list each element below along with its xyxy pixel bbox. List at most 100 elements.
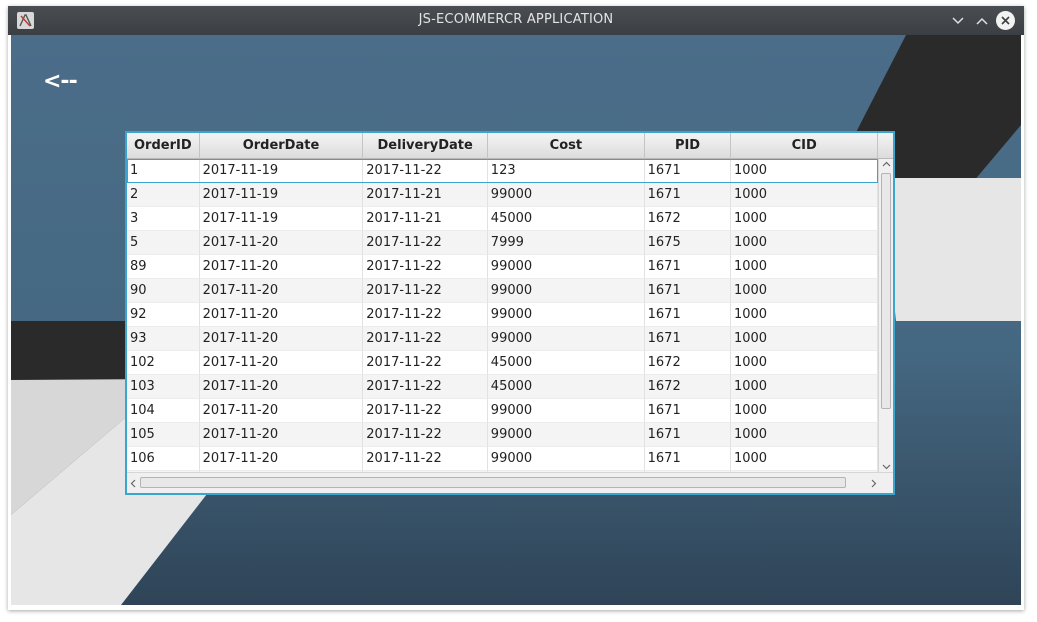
header-filler xyxy=(878,133,893,159)
table-row[interactable]: 105 2017-11-20 2017-11-22 99000 1671 1000 xyxy=(127,423,878,447)
cell-orderdate: 2017-11-19 xyxy=(199,183,364,207)
vertical-scrollbar[interactable] xyxy=(878,159,893,472)
table-row[interactable]: 90 2017-11-20 2017-11-22 99000 1671 1000 xyxy=(127,279,878,303)
cell-cid: 1000 xyxy=(730,447,878,471)
cell-cost: 99000 xyxy=(487,447,645,471)
window-title: JS-ECOMMERCR APPLICATION xyxy=(418,12,614,27)
column-header-deliverydate[interactable]: DeliveryDate xyxy=(363,133,488,159)
app-window: JS-ECOMMERCR APPLICATION <-- OrderID Ord… xyxy=(8,6,1024,610)
cell-orderid: 5 xyxy=(127,231,200,255)
main-content: <-- OrderID OrderDate DeliveryDate Cost … xyxy=(11,35,1021,605)
table-row[interactable]: 106 2017-11-20 2017-11-22 99000 1671 1000 xyxy=(127,447,878,471)
cell-orderdate: 2017-11-20 xyxy=(199,423,364,447)
cell-orderdate: 2017-11-20 xyxy=(199,399,364,423)
table-row[interactable]: 104 2017-11-20 2017-11-22 99000 1671 1000 xyxy=(127,399,878,423)
cell-cid: 1000 xyxy=(730,183,878,207)
cell-cost: 99000 xyxy=(487,303,645,327)
cell-deliverydate: 2017-11-22 xyxy=(363,279,488,303)
cell-deliverydate: 2017-11-22 xyxy=(363,255,488,279)
cell-orderid: 2 xyxy=(127,183,200,207)
cell-orderid: 104 xyxy=(127,399,200,423)
table-row[interactable]: 102 2017-11-20 2017-11-22 45000 1672 1000 xyxy=(127,351,878,375)
scroll-left-arrow-icon[interactable] xyxy=(129,478,138,491)
close-icon xyxy=(1001,16,1010,25)
column-header-orderid[interactable]: OrderID xyxy=(127,133,200,159)
orders-table: OrderID OrderDate DeliveryDate Cost PID … xyxy=(125,131,895,495)
table-row[interactable]: 89 2017-11-20 2017-11-22 99000 1671 1000 xyxy=(127,255,878,279)
cell-deliverydate: 2017-11-22 xyxy=(363,399,488,423)
cell-deliverydate: 2017-11-22 xyxy=(363,351,488,375)
column-header-orderdate[interactable]: OrderDate xyxy=(200,133,364,159)
table-row[interactable]: 103 2017-11-20 2017-11-22 45000 1672 1000 xyxy=(127,375,878,399)
table-row[interactable]: 5 2017-11-20 2017-11-22 7999 1675 1000 xyxy=(127,231,878,255)
cell-pid: 1675 xyxy=(644,231,731,255)
cell-orderdate: 2017-11-20 xyxy=(199,231,364,255)
cell-cid: 1000 xyxy=(730,423,878,447)
cell-orderid: 93 xyxy=(127,327,200,351)
cell-pid: 1671 xyxy=(644,327,731,351)
cell-cost: 45000 xyxy=(487,207,645,231)
table-row[interactable]: 1 2017-11-19 2017-11-22 123 1671 1000 xyxy=(127,159,878,183)
cell-cost: 99000 xyxy=(487,327,645,351)
table-row[interactable]: 93 2017-11-20 2017-11-22 99000 1671 1000 xyxy=(127,327,878,351)
scroll-up-arrow-icon[interactable] xyxy=(882,159,891,172)
column-header-pid[interactable]: PID xyxy=(645,133,732,159)
cell-deliverydate: 2017-11-22 xyxy=(363,231,488,255)
close-button[interactable] xyxy=(996,11,1015,30)
cell-pid: 1672 xyxy=(644,207,731,231)
cell-pid: 1671 xyxy=(644,447,731,471)
cell-orderdate: 2017-11-20 xyxy=(199,255,364,279)
table-header: OrderID OrderDate DeliveryDate Cost PID … xyxy=(127,133,893,159)
cell-cid: 1000 xyxy=(730,375,878,399)
table-row[interactable]: 3 2017-11-19 2017-11-21 45000 1672 1000 xyxy=(127,207,878,231)
cell-orderdate: 2017-11-20 xyxy=(199,303,364,327)
cell-orderid: 106 xyxy=(127,447,200,471)
minimize-button[interactable] xyxy=(948,11,967,30)
cell-cid: 1000 xyxy=(730,279,878,303)
cell-orderid: 90 xyxy=(127,279,200,303)
cell-orderdate: 2017-11-20 xyxy=(199,375,364,399)
cell-orderid: 105 xyxy=(127,423,200,447)
cell-cid: 1000 xyxy=(730,399,878,423)
vertical-scroll-thumb[interactable] xyxy=(881,173,891,409)
table-row[interactable]: 92 2017-11-20 2017-11-22 99000 1671 1000 xyxy=(127,303,878,327)
cell-cost: 99000 xyxy=(487,399,645,423)
cell-pid: 1671 xyxy=(644,183,731,207)
cell-cid: 1000 xyxy=(730,327,878,351)
cell-cost: 99000 xyxy=(487,183,645,207)
back-button[interactable]: <-- xyxy=(43,69,78,94)
cell-deliverydate: 2017-11-22 xyxy=(363,375,488,399)
cell-orderid: 103 xyxy=(127,375,200,399)
chevron-up-icon xyxy=(975,17,988,25)
cell-pid: 1671 xyxy=(644,279,731,303)
cell-cid: 1000 xyxy=(730,303,878,327)
table-row[interactable]: 2 2017-11-19 2017-11-21 99000 1671 1000 xyxy=(127,183,878,207)
cell-deliverydate: 2017-11-22 xyxy=(363,327,488,351)
cell-deliverydate: 2017-11-21 xyxy=(363,183,488,207)
cell-orderdate: 2017-11-20 xyxy=(199,279,364,303)
cell-pid: 1672 xyxy=(644,375,731,399)
horizontal-scroll-thumb[interactable] xyxy=(140,477,846,488)
cell-pid: 1671 xyxy=(644,399,731,423)
cell-orderdate: 2017-11-20 xyxy=(199,447,364,471)
cell-cid: 1000 xyxy=(730,207,878,231)
horizontal-scrollbar[interactable] xyxy=(127,472,893,493)
cell-deliverydate: 2017-11-22 xyxy=(363,423,488,447)
cell-deliverydate: 2017-11-22 xyxy=(363,447,488,471)
maximize-button[interactable] xyxy=(972,11,991,30)
column-header-cid[interactable]: CID xyxy=(731,133,879,159)
title-bar[interactable]: JS-ECOMMERCR APPLICATION xyxy=(8,6,1024,35)
cell-cid: 1000 xyxy=(730,159,878,183)
cell-deliverydate: 2017-11-21 xyxy=(363,207,488,231)
scroll-right-arrow-icon[interactable] xyxy=(869,478,878,491)
column-header-cost[interactable]: Cost xyxy=(488,133,645,159)
cell-cost: 45000 xyxy=(487,375,645,399)
cell-orderid: 89 xyxy=(127,255,200,279)
cell-deliverydate: 2017-11-22 xyxy=(363,159,488,183)
cell-cost: 7999 xyxy=(487,231,645,255)
cell-orderdate: 2017-11-20 xyxy=(199,351,364,375)
cell-deliverydate: 2017-11-22 xyxy=(363,303,488,327)
cell-orderid: 92 xyxy=(127,303,200,327)
cell-pid: 1671 xyxy=(644,303,731,327)
cell-pid: 1671 xyxy=(644,423,731,447)
